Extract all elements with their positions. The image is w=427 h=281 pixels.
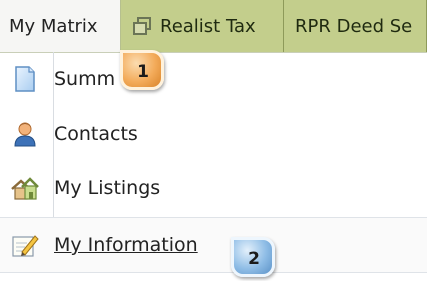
menu-item-contacts[interactable]: Contacts bbox=[0, 107, 427, 161]
menu-item-summary[interactable]: Summ bbox=[0, 52, 427, 106]
callout-badge-2-number: 2 bbox=[248, 249, 260, 269]
menu-item-summary-label: Summ bbox=[54, 68, 116, 90]
menu-item-my-information[interactable]: My Information bbox=[0, 217, 427, 273]
tab-bar: My Matrix Realist Tax RPR Deed Se bbox=[0, 0, 427, 53]
edit-pencil-icon bbox=[12, 235, 39, 257]
houses-icon bbox=[11, 177, 39, 200]
menu-item-my-listings-label: My Listings bbox=[54, 177, 161, 199]
callout-badge-2: 2 bbox=[231, 237, 277, 281]
tab-my-matrix[interactable]: My Matrix bbox=[0, 0, 121, 52]
contact-person-icon bbox=[14, 122, 36, 147]
callout-badge-1: 1 bbox=[120, 50, 166, 94]
menu-item-my-listings[interactable]: My Listings bbox=[0, 161, 427, 215]
window-copy-icon bbox=[133, 17, 151, 35]
callout-badge-1-number: 1 bbox=[137, 62, 149, 82]
document-icon bbox=[15, 66, 35, 92]
tab-my-matrix-label: My Matrix bbox=[9, 15, 98, 37]
tab-realist-tax[interactable]: Realist Tax bbox=[121, 0, 284, 52]
menu-item-my-information-label: My Information bbox=[54, 234, 198, 256]
tab-realist-tax-label: Realist Tax bbox=[160, 15, 256, 37]
tab-rpr-deed-search[interactable]: RPR Deed Se bbox=[284, 0, 427, 52]
tab-rpr-deed-search-label: RPR Deed Se bbox=[295, 15, 413, 37]
menu-item-contacts-label: Contacts bbox=[54, 123, 138, 145]
dropdown-menu: Summ Contacts My Listings My Information bbox=[0, 52, 427, 279]
